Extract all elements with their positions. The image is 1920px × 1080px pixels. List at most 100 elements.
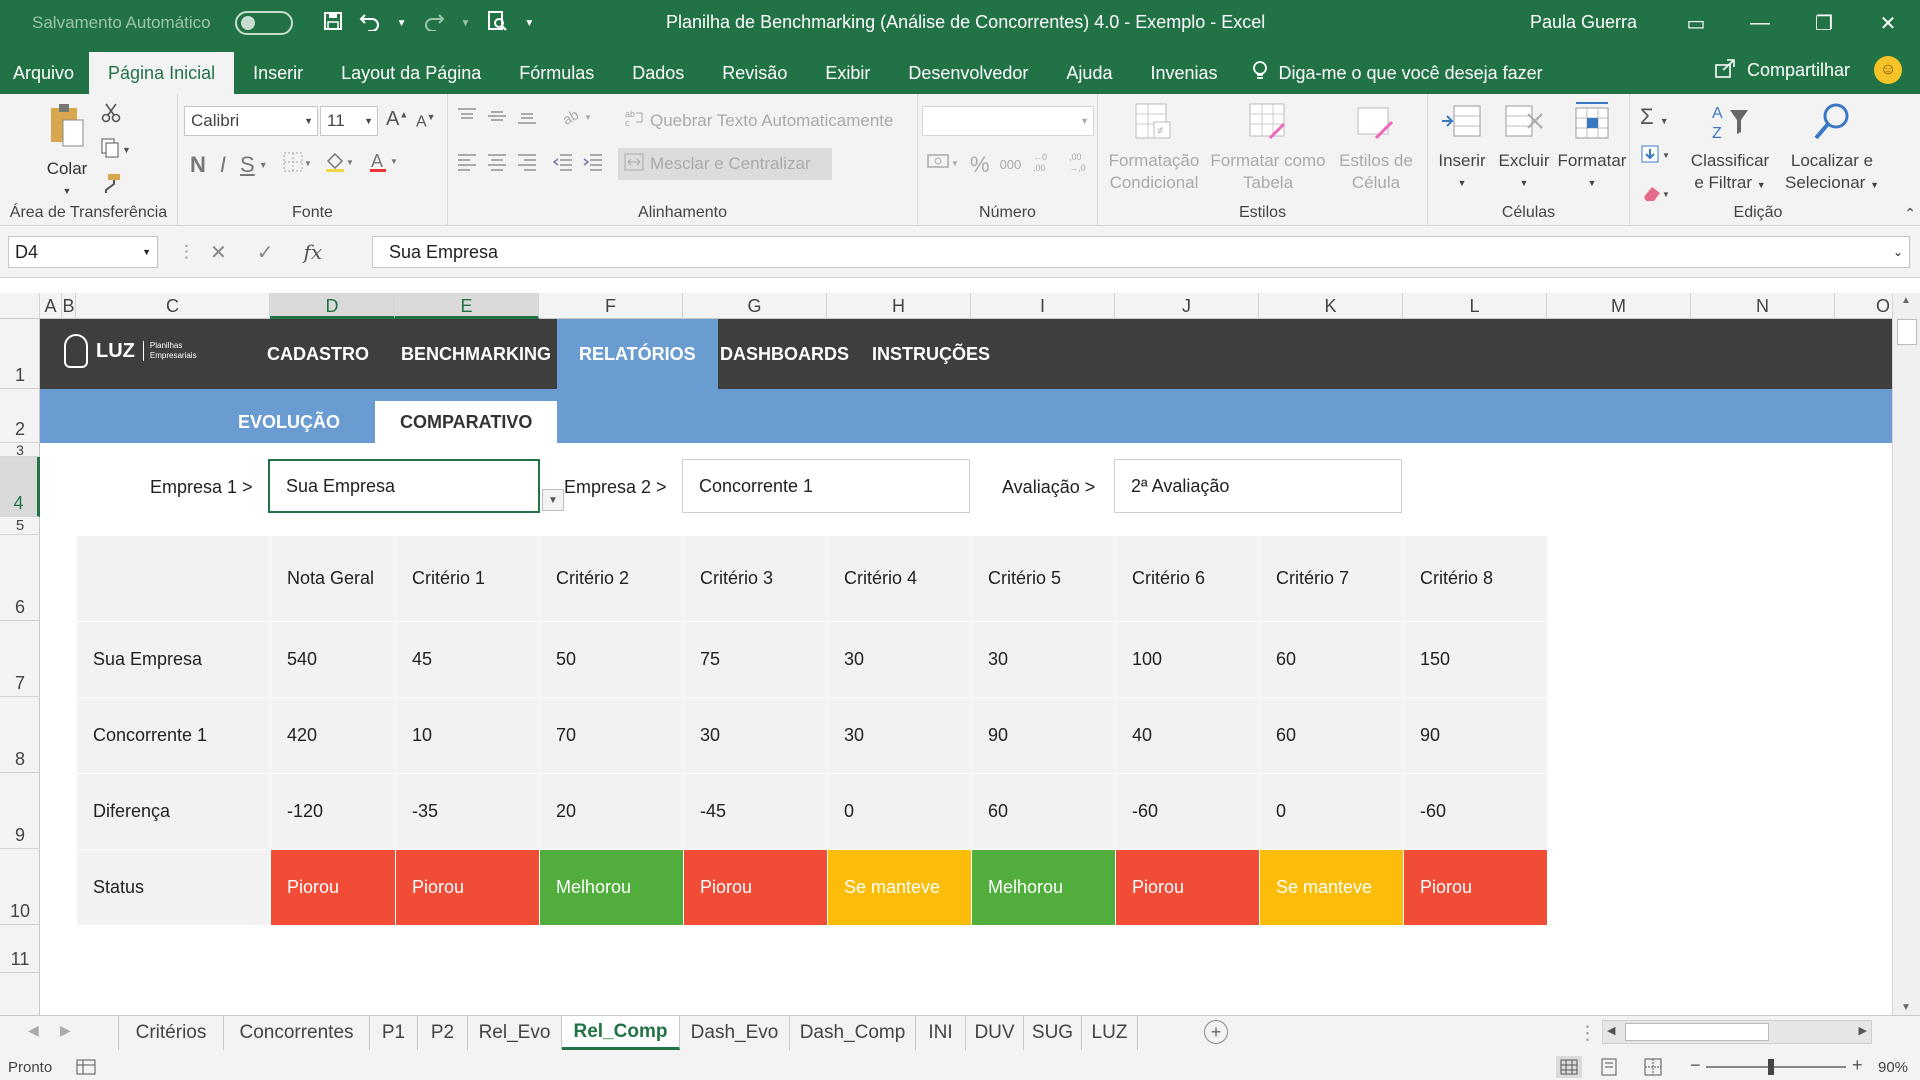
align-top-icon[interactable] xyxy=(456,106,478,131)
status-cell[interactable]: Piorou xyxy=(1115,849,1260,926)
table-cell[interactable]: 40 xyxy=(1115,697,1260,774)
row-label-cell[interactable]: Diferença xyxy=(76,773,271,850)
font-color-icon[interactable]: A ▼ xyxy=(368,150,398,180)
table-header-cell[interactable]: Nota Geral xyxy=(270,535,396,622)
cell-styles-button[interactable]: Estilos de Célula xyxy=(1330,100,1422,194)
horizontal-scrollbar[interactable]: ◀ ▶ xyxy=(1602,1020,1872,1044)
print-preview-icon[interactable] xyxy=(486,10,508,37)
column-header-m[interactable]: M xyxy=(1547,293,1691,319)
table-cell[interactable]: -120 xyxy=(270,773,396,850)
column-header-f[interactable]: F xyxy=(539,293,683,319)
row-header-1[interactable]: 1 xyxy=(0,319,40,389)
horizontal-scroll-thumb[interactable] xyxy=(1625,1023,1769,1041)
row-header-4[interactable]: 4 xyxy=(0,457,40,517)
table-cell[interactable]: 100 xyxy=(1115,621,1260,698)
chevron-down-icon[interactable]: ▼ xyxy=(461,18,471,29)
table-cell[interactable]: -60 xyxy=(1115,773,1260,850)
borders-icon[interactable]: ▼ xyxy=(282,151,312,179)
table-header-cell[interactable]: Critério 5 xyxy=(971,535,1116,622)
table-cell[interactable]: 150 xyxy=(1403,621,1548,698)
status-cell[interactable]: Melhorou xyxy=(539,849,684,926)
table-cell[interactable]: 30 xyxy=(683,697,828,774)
formula-bar-splitter-icon[interactable]: ⋮ xyxy=(178,242,195,262)
column-header-k[interactable]: K xyxy=(1259,293,1403,319)
format-cells-button[interactable]: Formatar ▼ xyxy=(1556,100,1628,194)
status-cell[interactable]: Se manteve xyxy=(827,849,972,926)
align-right-icon[interactable] xyxy=(516,152,538,177)
row-header-9[interactable]: 9 xyxy=(0,773,40,849)
table-cell[interactable]: -45 xyxy=(683,773,828,850)
row-header-10[interactable]: 10 xyxy=(0,849,40,925)
table-cell[interactable]: 10 xyxy=(395,697,540,774)
subnav-comparativo[interactable]: COMPARATIVO xyxy=(375,401,558,443)
increase-decimal-icon[interactable]: ←0,00 xyxy=(1031,150,1057,179)
table-header-cell[interactable]: Critério 3 xyxy=(683,535,828,622)
feedback-smiley-icon[interactable]: ☺ xyxy=(1874,56,1902,84)
conditional-formatting-button[interactable]: ≠ Formatação Condicional xyxy=(1102,100,1206,194)
row-header-11[interactable]: 11 xyxy=(0,925,40,973)
tab-pagina-inicial[interactable]: Página Inicial xyxy=(89,52,235,94)
font-name-select[interactable]: Calibri ▼ xyxy=(184,106,318,136)
row-header-7[interactable]: 7 xyxy=(0,621,40,697)
nav-dashboards[interactable]: DASHBOARDS xyxy=(720,319,849,389)
tab-invenias[interactable]: Invenias xyxy=(1131,52,1236,94)
nav-cadastro[interactable]: CADASTRO xyxy=(267,319,369,389)
align-center-icon[interactable] xyxy=(486,152,508,177)
tab-formulas[interactable]: Fórmulas xyxy=(500,52,613,94)
vertical-scroll-thumb[interactable] xyxy=(1897,319,1917,345)
zoom-slider-thumb[interactable] xyxy=(1768,1059,1774,1075)
decrease-decimal-icon[interactable]: ,00 →,0 xyxy=(1067,150,1093,179)
comma-style-icon[interactable]: 000 xyxy=(1000,157,1022,172)
table-header-cell[interactable]: Critério 1 xyxy=(395,535,540,622)
column-header-c[interactable]: C xyxy=(76,293,270,319)
scroll-right-icon[interactable]: ▶ xyxy=(1859,1024,1867,1037)
table-cell[interactable]: 60 xyxy=(971,773,1116,850)
sheet-tab-rel-comp[interactable]: Rel_Comp xyxy=(562,1016,680,1050)
table-header-cell[interactable]: Critério 2 xyxy=(539,535,684,622)
page-break-view-icon[interactable] xyxy=(1644,1058,1662,1080)
zoom-slider[interactable] xyxy=(1706,1059,1846,1075)
sheet-tab-dash-comp[interactable]: Dash_Comp xyxy=(790,1016,916,1050)
increase-indent-icon[interactable] xyxy=(582,152,604,177)
table-cell[interactable]: 90 xyxy=(971,697,1116,774)
collapse-ribbon-icon[interactable]: ⌃ xyxy=(1904,205,1916,222)
table-cell[interactable]: 0 xyxy=(827,773,972,850)
status-cell[interactable]: Piorou xyxy=(1403,849,1548,926)
table-header-cell[interactable] xyxy=(76,535,271,622)
redo-icon[interactable] xyxy=(423,11,445,36)
copy-icon[interactable]: ▼ xyxy=(100,137,131,164)
table-cell[interactable]: 45 xyxy=(395,621,540,698)
tabs-splitter-icon[interactable]: ⋮ xyxy=(1578,1022,1597,1045)
underline-icon[interactable]: S xyxy=(240,152,255,178)
nav-relatorios[interactable]: RELATÓRIOS xyxy=(557,319,718,389)
row-header-5[interactable]: 5 xyxy=(0,517,40,535)
sheet-tab-luz[interactable]: LUZ xyxy=(1082,1016,1138,1050)
normal-view-icon[interactable] xyxy=(1556,1056,1582,1078)
percent-style-icon[interactable]: % xyxy=(970,152,990,178)
sheet-tab-duv[interactable]: DUV xyxy=(966,1016,1024,1050)
format-painter-icon[interactable] xyxy=(100,172,130,199)
sheet-tab-concorrentes[interactable]: Concorrentes xyxy=(224,1016,370,1050)
macro-recording-icon[interactable] xyxy=(76,1058,96,1080)
table-header-cell[interactable]: Critério 7 xyxy=(1259,535,1404,622)
user-name[interactable]: Paula Guerra xyxy=(1530,12,1637,33)
nav-benchmarking[interactable]: BENCHMARKING xyxy=(401,319,551,389)
align-bottom-icon[interactable] xyxy=(516,106,538,131)
sheet-tab-rel-evo[interactable]: Rel_Evo xyxy=(468,1016,562,1050)
nav-instrucoes[interactable]: INSTRUÇÕES xyxy=(872,319,990,389)
zoom-level[interactable]: 90% xyxy=(1878,1059,1908,1076)
column-header-l[interactable]: L xyxy=(1403,293,1547,319)
align-middle-icon[interactable] xyxy=(486,106,508,131)
save-icon[interactable] xyxy=(323,11,343,36)
column-header-g[interactable]: G xyxy=(683,293,827,319)
dropdown-arrow-icon[interactable]: ▼ xyxy=(542,489,564,511)
tab-desenvolvedor[interactable]: Desenvolvedor xyxy=(889,52,1047,94)
table-header-cell[interactable]: Critério 8 xyxy=(1403,535,1548,622)
customize-qat-icon[interactable]: ▼ xyxy=(524,18,534,29)
scroll-tabs-left-icon[interactable]: ◀ xyxy=(28,1022,39,1039)
row-label-cell[interactable]: Status xyxy=(76,849,271,926)
insert-cells-button[interactable]: Inserir ▼ xyxy=(1430,100,1494,194)
column-header-h[interactable]: H xyxy=(827,293,971,319)
chevron-down-icon[interactable]: ▼ xyxy=(397,18,407,29)
column-header-d[interactable]: D xyxy=(270,293,395,319)
